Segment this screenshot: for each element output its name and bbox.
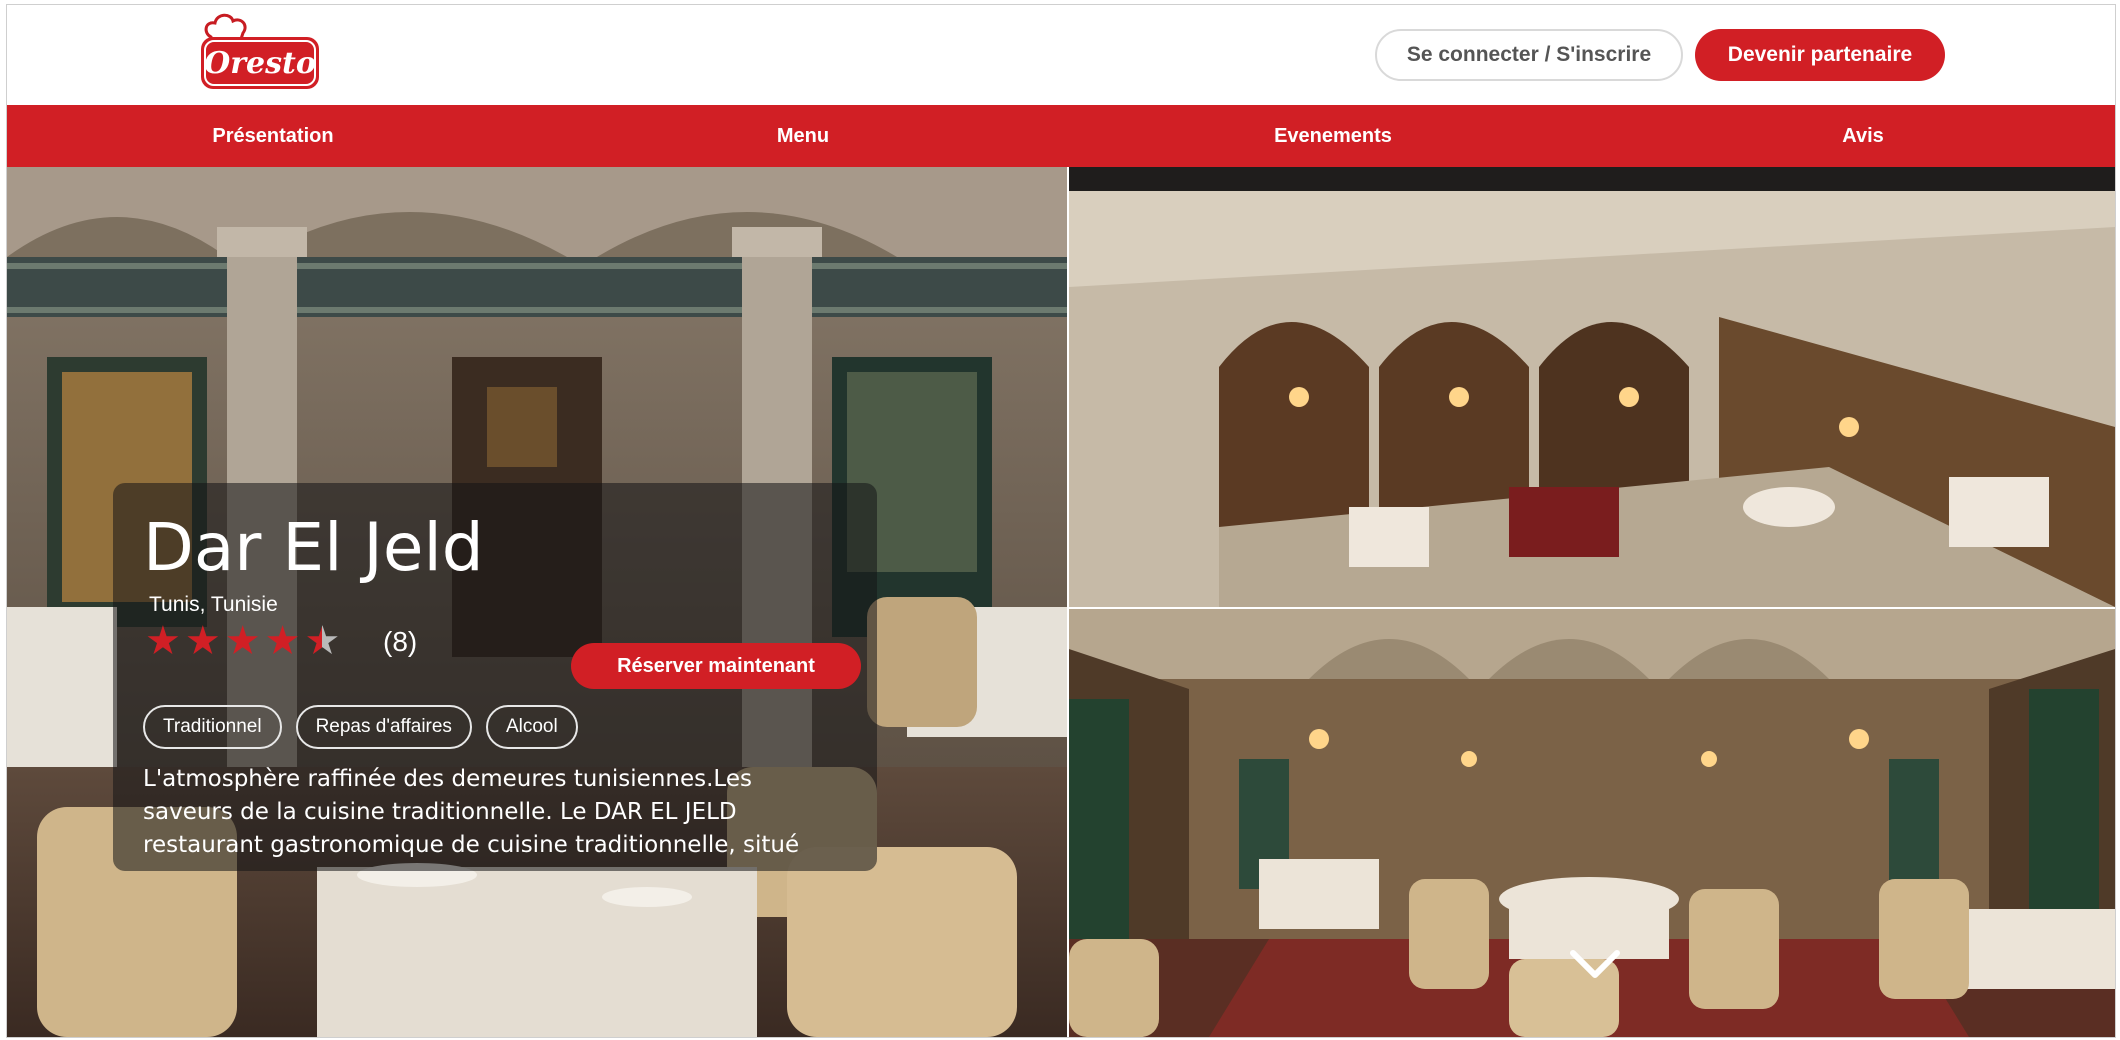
reserve-now-button[interactable]: Réserver maintenant	[571, 643, 861, 689]
become-partner-button[interactable]: Devenir partenaire	[1695, 29, 1945, 81]
nav-avis[interactable]: Avis	[1842, 105, 1884, 167]
restaurant-nav-bar: Présentation Menu Evenements Avis	[7, 105, 2115, 167]
star-icon: ★	[184, 619, 221, 663]
rating-stars: ★ ★ ★ ★ ★	[145, 619, 344, 663]
half-star-icon: ★	[304, 619, 341, 663]
restaurant-description: L'atmosphère raffinée des demeures tunis…	[143, 766, 800, 858]
tag-traditionnel[interactable]: Traditionnel	[143, 705, 282, 749]
nav-menu[interactable]: Menu	[777, 105, 829, 167]
restaurant-name: Dar El Jeld	[143, 509, 484, 586]
oresto-logo[interactable]: Oresto	[197, 11, 323, 93]
star-icon: ★	[145, 619, 181, 663]
top-header: Oresto Se connecter / S'inscrire Devenir…	[7, 5, 2115, 105]
star-icon: ★	[224, 619, 261, 663]
restaurant-info-card: Dar El Jeld Tunis, Tunisie ★ ★ ★ ★ ★ (8)…	[113, 483, 877, 871]
tag-repas-affaires[interactable]: Repas d'affaires	[295, 705, 472, 749]
review-count[interactable]: (8)	[383, 626, 417, 658]
star-icon: ★	[264, 619, 301, 663]
nav-evenements[interactable]: Evenements	[1274, 105, 1392, 167]
chevron-down-icon[interactable]	[1567, 947, 1623, 981]
tag-list: Traditionnel Repas d'affaires Alcool	[143, 705, 578, 749]
nav-presentation[interactable]: Présentation	[212, 105, 333, 167]
restaurant-location: Tunis, Tunisie	[149, 593, 278, 616]
tag-alcool[interactable]: Alcool	[485, 705, 578, 749]
login-signup-button[interactable]: Se connecter / S'inscrire	[1375, 29, 1683, 81]
restaurant-photo-top-right[interactable]	[1069, 167, 2115, 607]
logo-text: Oresto	[204, 46, 316, 81]
browser-viewport: Oresto Se connecter / S'inscrire Devenir…	[6, 4, 2116, 1038]
